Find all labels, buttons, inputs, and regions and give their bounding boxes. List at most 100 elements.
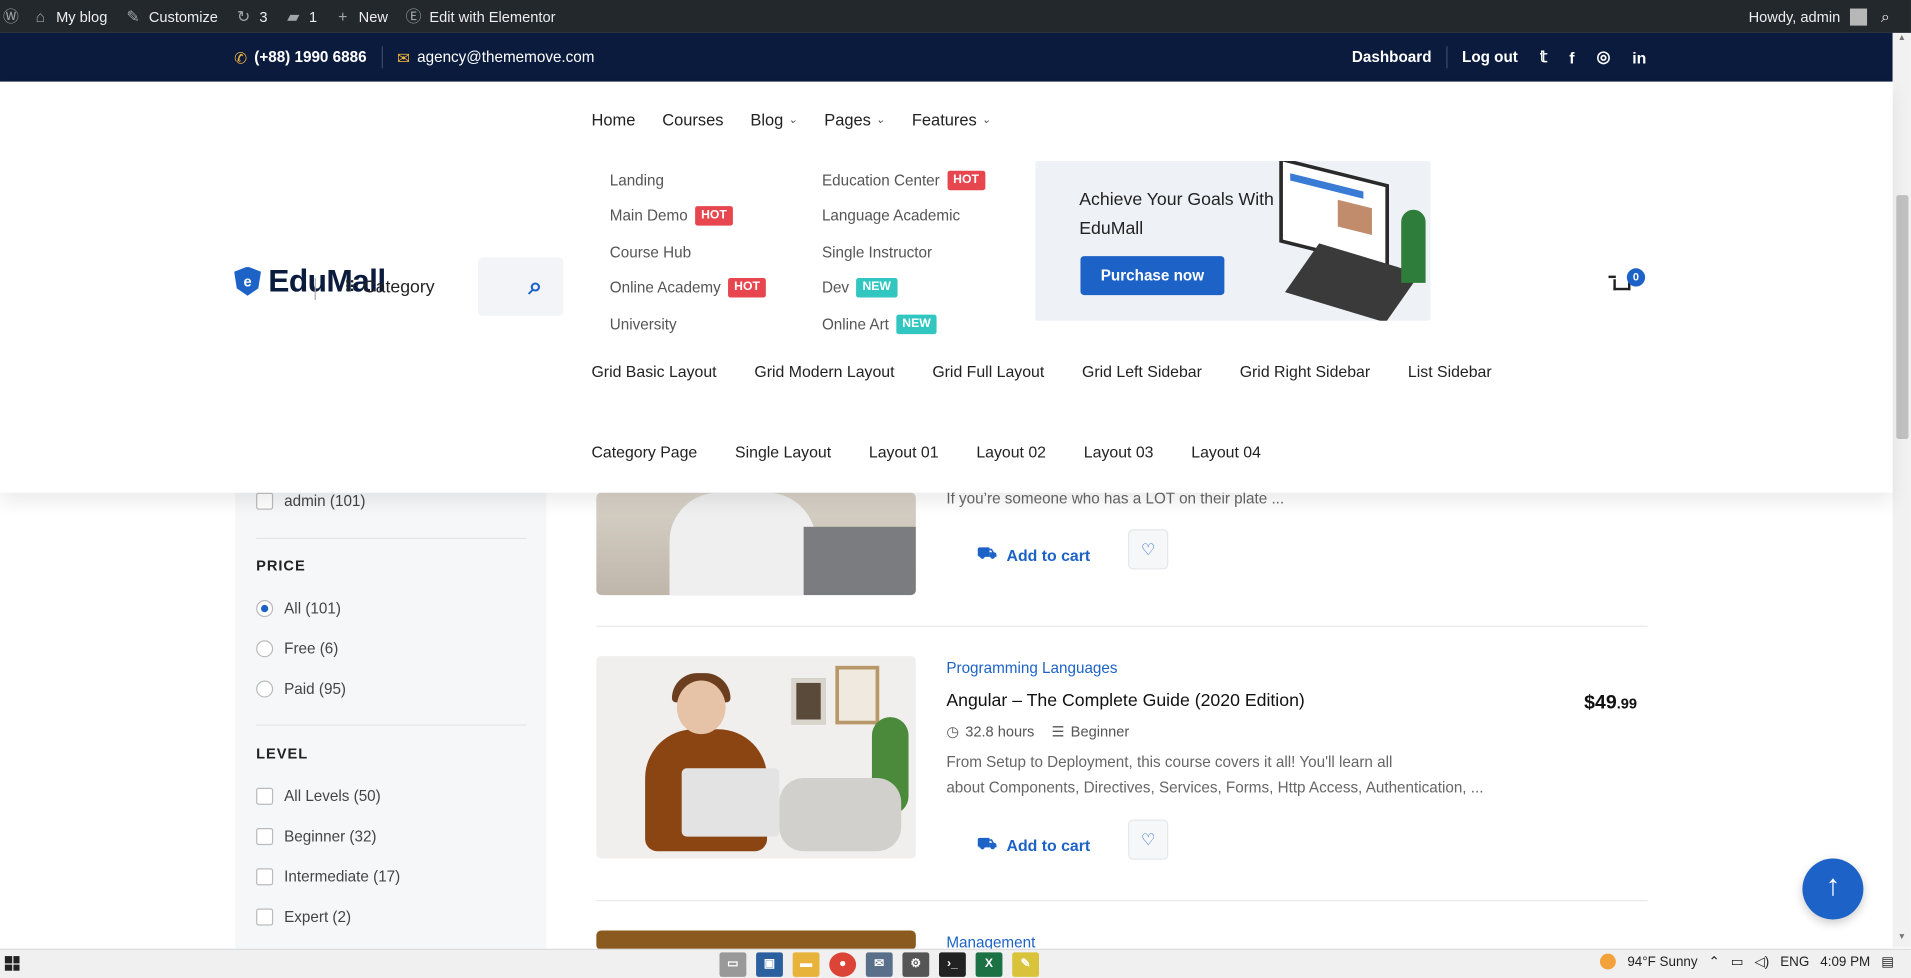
admin-bar-elementor[interactable]: Ⓔ Edit with Elementor	[405, 7, 556, 25]
app-icon[interactable]: ▭	[719, 952, 747, 977]
admin-bar-new[interactable]: + New	[334, 7, 388, 25]
admin-bar-my-blog[interactable]: ⌂ My blog	[32, 7, 107, 25]
course-thumbnail[interactable]	[596, 930, 916, 950]
purchase-now-button[interactable]: Purchase now	[1080, 256, 1225, 296]
notepad-icon[interactable]: ✎	[1012, 952, 1040, 977]
level-option-beginner[interactable]: Beginner (32)	[256, 828, 377, 846]
menu-item-university[interactable]: University	[610, 306, 766, 342]
menu-item-course-hub[interactable]: Course Hub	[610, 234, 766, 270]
level-option-intermediate[interactable]: Intermediate (17)	[256, 868, 400, 886]
weather-text[interactable]: 94°F Sunny	[1627, 954, 1697, 969]
nav-courses[interactable]: Courses	[662, 111, 723, 129]
windows-start-icon[interactable]	[4, 956, 20, 971]
menu-item-online-art[interactable]: Online Art NEW	[822, 306, 985, 342]
admin-bar-customize[interactable]: ✎ Customize	[124, 7, 218, 25]
link-grid-full-layout[interactable]: Grid Full Layout	[932, 362, 1044, 380]
volume-icon[interactable]: ◁)	[1754, 954, 1769, 970]
howdy-link[interactable]: Howdy, admin	[1749, 8, 1841, 25]
linkedin-icon[interactable]: in	[1632, 48, 1646, 66]
link-grid-modern-layout[interactable]: Grid Modern Layout	[754, 362, 894, 380]
checkbox[interactable]	[256, 787, 274, 805]
logout-link[interactable]: Log out	[1462, 49, 1518, 66]
course-thumbnail[interactable]	[596, 492, 916, 596]
category-menu[interactable]: ⠿ Category	[314, 278, 435, 300]
admin-bar-comments[interactable]: ▰ 1	[285, 7, 317, 25]
notification-icon[interactable]: ▤	[1881, 954, 1894, 970]
search-icon[interactable]: ⌕	[520, 271, 552, 303]
nav-pages[interactable]: Pages ⌄	[824, 111, 885, 129]
language-indicator[interactable]: ENG	[1780, 954, 1809, 969]
app-icon[interactable]: ▣	[756, 952, 783, 977]
dashboard-link[interactable]: Dashboard	[1352, 49, 1432, 66]
page-scrollbar[interactable]	[1892, 32, 1911, 948]
level-option-expert[interactable]: Expert (2)	[256, 908, 351, 926]
link-grid-left-sidebar[interactable]: Grid Left Sidebar	[1082, 362, 1202, 380]
clock[interactable]: 4:09 PM	[1820, 954, 1870, 969]
menu-item-main-demo[interactable]: Main Demo HOT	[610, 198, 766, 234]
search-box[interactable]: ⌕	[478, 257, 564, 316]
scrollbar-thumb[interactable]	[1896, 195, 1909, 440]
scroll-down-arrow-icon[interactable]: ▼	[1893, 933, 1911, 948]
excel-icon[interactable]: X	[975, 952, 1003, 977]
checkbox[interactable]	[256, 492, 274, 510]
terminal-icon[interactable]: ›_	[939, 952, 966, 977]
link-single-layout[interactable]: Single Layout	[735, 443, 831, 461]
checkbox[interactable]	[256, 908, 274, 926]
email-link[interactable]: agency@thememove.com	[417, 49, 594, 66]
mail-icon[interactable]: ✉	[865, 952, 893, 977]
menu-item-landing[interactable]: Landing	[610, 162, 766, 198]
link-layout-04[interactable]: Layout 04	[1191, 443, 1261, 461]
facebook-icon[interactable]: f	[1569, 48, 1574, 66]
nav-blog[interactable]: Blog ⌄	[750, 111, 797, 129]
price-option-all[interactable]: All (101)	[256, 599, 341, 618]
menu-item-education-center[interactable]: Education Center HOT	[822, 162, 985, 198]
wordpress-icon[interactable]: Ⓦ	[2, 7, 19, 25]
back-to-top-button[interactable]: ↑	[1802, 858, 1864, 920]
link-category-page[interactable]: Category Page	[591, 443, 697, 461]
link-layout-01[interactable]: Layout 01	[869, 443, 939, 461]
link-layout-03[interactable]: Layout 03	[1084, 443, 1154, 461]
nav-home[interactable]: Home	[591, 111, 635, 129]
menu-item-single-instructor[interactable]: Single Instructor	[822, 234, 985, 270]
sliders-icon: ☰	[1051, 723, 1065, 741]
radio[interactable]	[256, 680, 274, 698]
filter-sidebar: admin (101) PRICE All (101) Free (6) Pai…	[235, 492, 547, 950]
link-list-sidebar[interactable]: List Sidebar	[1408, 362, 1492, 380]
chrome-icon[interactable]: ●	[829, 952, 857, 977]
search-icon[interactable]: ⌕	[1877, 7, 1894, 25]
filter-author-admin[interactable]: admin (101)	[256, 492, 365, 510]
twitter-icon[interactable]: 𝕥	[1540, 48, 1547, 68]
course-title[interactable]: Angular – The Complete Guide (2020 Editi…	[946, 691, 1304, 711]
updates-icon: ↻	[236, 6, 251, 25]
link-layout-02[interactable]: Layout 02	[976, 443, 1046, 461]
course-category[interactable]: Programming Languages	[946, 660, 1117, 677]
instagram-icon[interactable]: ◎	[1596, 48, 1610, 68]
add-to-cart-button[interactable]: ⛟ Add to cart	[977, 544, 1090, 566]
chevron-up-icon[interactable]: ⌃	[1709, 954, 1720, 970]
menu-item-dev[interactable]: Dev NEW	[822, 270, 985, 306]
course-thumbnail[interactable]	[596, 656, 916, 859]
radio[interactable]	[256, 640, 274, 658]
menu-item-online-academy[interactable]: Online Academy HOT	[610, 270, 767, 306]
nav-features[interactable]: Features ⌄	[912, 111, 991, 129]
checkbox[interactable]	[256, 868, 274, 886]
menu-item-language-academic[interactable]: Language Academic	[822, 198, 985, 234]
checkbox[interactable]	[256, 828, 274, 846]
cart-count-badge: 0	[1626, 268, 1646, 287]
network-icon[interactable]: ▭	[1731, 954, 1744, 970]
add-to-cart-button[interactable]: ⛟ Add to cart	[977, 834, 1090, 856]
price-option-paid[interactable]: Paid (95)	[256, 680, 346, 698]
avatar[interactable]	[1849, 7, 1868, 25]
level-option-all[interactable]: All Levels (50)	[256, 787, 381, 805]
scroll-up-arrow-icon[interactable]: ▲	[1893, 34, 1911, 49]
price-option-free[interactable]: Free (6)	[256, 640, 338, 658]
link-grid-right-sidebar[interactable]: Grid Right Sidebar	[1240, 362, 1370, 380]
file-explorer-icon[interactable]: ▬	[792, 952, 820, 977]
wishlist-button[interactable]: ♡	[1128, 529, 1169, 570]
wishlist-button[interactable]: ♡	[1128, 819, 1169, 860]
admin-bar-updates[interactable]: ↻ 3	[235, 6, 268, 25]
settings-icon[interactable]: ⚙	[902, 952, 930, 977]
phone-number[interactable]: (+88) 1990 6886	[254, 49, 366, 66]
radio-selected[interactable]	[256, 599, 274, 618]
link-grid-basic-layout[interactable]: Grid Basic Layout	[591, 362, 716, 380]
